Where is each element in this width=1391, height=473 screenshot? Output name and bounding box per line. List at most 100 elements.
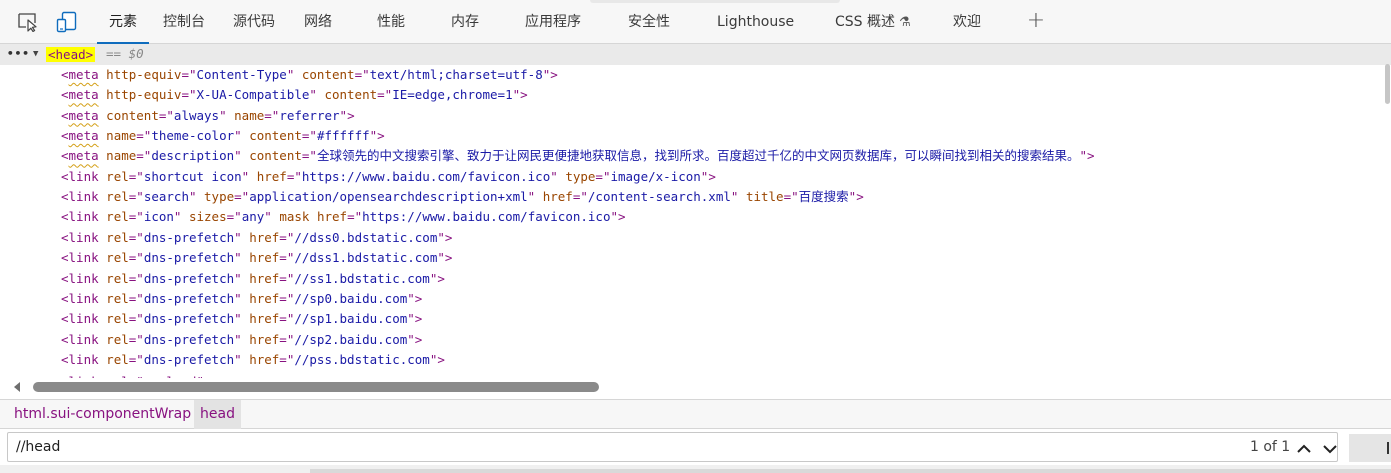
attribute-value[interactable]: application/opensearchdescription+xml [249, 189, 527, 204]
attribute-value[interactable]: //pss.bdstatic.com [294, 352, 429, 367]
tab-lighthouse[interactable]: Lighthouse [717, 0, 794, 44]
previous-match-button[interactable] [1293, 437, 1315, 459]
tab-application[interactable]: 应用程序 [525, 0, 581, 44]
attribute-value[interactable]: //dss0.bdstatic.com [294, 230, 437, 245]
attribute-value[interactable]: X-UA-Compatible [197, 87, 310, 102]
attribute-name[interactable]: href [249, 291, 279, 306]
attribute-value[interactable]: /content-search.xml [588, 189, 731, 204]
attribute-value[interactable]: dns-prefetch [144, 311, 234, 326]
attribute-value[interactable]: dns-prefetch [144, 291, 234, 306]
attribute-value[interactable]: Content-Type [197, 67, 287, 82]
dom-node-link[interactable]: <link rel="shortcut icon" href="https://… [61, 167, 716, 188]
attribute-name[interactable]: href [249, 332, 279, 347]
attribute-name[interactable]: rel [106, 271, 129, 286]
attribute-name[interactable]: href [257, 169, 287, 184]
attribute-name[interactable]: name [106, 128, 136, 143]
attribute-value[interactable]: //sp1.baidu.com [294, 311, 407, 326]
attribute-name[interactable]: rel [106, 189, 129, 204]
search-input-value[interactable]: //head [16, 433, 60, 461]
attribute-name[interactable]: http-equiv [106, 87, 181, 102]
attribute-value[interactable]: dns-prefetch [144, 332, 234, 347]
tab-sources[interactable]: 源代码 [233, 0, 275, 44]
attribute-value[interactable]: //sp2.baidu.com [294, 332, 407, 347]
attribute-name[interactable]: content [106, 108, 159, 123]
attribute-name[interactable]: content [302, 67, 355, 82]
attribute-value[interactable]: always [174, 108, 219, 123]
dom-node-link[interactable]: <link rel="search" type="application/ope… [61, 187, 864, 208]
dom-node-meta[interactable]: <meta content="always" name="referrer"> [61, 106, 355, 127]
attribute-value[interactable]: //dss1.bdstatic.com [294, 250, 437, 265]
tab-console[interactable]: 控制台 [163, 0, 205, 44]
head-tag[interactable]: <head> [46, 47, 96, 62]
attribute-value[interactable]: referrer [279, 108, 339, 123]
attribute-value[interactable]: https://www.baidu.com/favicon.ico [362, 209, 610, 224]
attribute-name[interactable]: content [249, 148, 302, 163]
attribute-value[interactable]: icon [144, 209, 174, 224]
attribute-value[interactable]: 全球领先的中文搜索引擎、致力于让网民更便捷地获取信息，找到所求。百度超过千亿的中… [317, 148, 1080, 163]
attribute-value[interactable]: search [144, 189, 189, 204]
search-input[interactable]: //head 1 of 1 [7, 432, 1338, 462]
attribute-value[interactable]: description [151, 148, 234, 163]
tab-performance[interactable]: 性能 [377, 0, 405, 44]
attribute-value[interactable]: shortcut icon [144, 169, 242, 184]
dom-node-link[interactable]: <link rel="dns-prefetch" href="//sp1.bai… [61, 309, 422, 330]
attribute-value[interactable]: //ss1.bdstatic.com [294, 271, 429, 286]
attribute-value[interactable]: dns-prefetch [144, 271, 234, 286]
attribute-value[interactable]: IE=edge,chrome=1 [392, 87, 512, 102]
inspect-element-button[interactable] [15, 9, 41, 35]
attribute-value[interactable]: text/html;charset=utf-8 [370, 67, 543, 82]
attribute-name[interactable]: name [234, 108, 264, 123]
attribute-name[interactable]: type [204, 189, 234, 204]
tab-network[interactable]: 网络 [304, 0, 332, 44]
attribute-value[interactable]: theme-color [151, 128, 234, 143]
tab-security[interactable]: 安全性 [628, 0, 670, 44]
next-match-button[interactable] [1319, 437, 1341, 459]
dom-node-link[interactable]: <link rel="dns-prefetch" href="//dss1.bd… [61, 248, 452, 269]
attribute-name[interactable]: rel [106, 291, 129, 306]
tab-elements[interactable]: 元素 [97, 0, 149, 44]
attribute-value[interactable]: dns-prefetch [144, 250, 234, 265]
attribute-name[interactable]: name [106, 148, 136, 163]
attribute-value[interactable]: dns-prefetch [144, 352, 234, 367]
attribute-name[interactable]: href [543, 189, 573, 204]
dom-node-link[interactable]: <link rel="dns-prefetch" href="//sp0.bai… [61, 289, 422, 310]
horizontal-scrollbar[interactable] [0, 378, 1391, 396]
dom-node-meta[interactable]: <meta http-equiv="Content-Type" content=… [61, 65, 558, 86]
attribute-name[interactable]: rel [106, 209, 129, 224]
dom-node-link[interactable]: <link rel="dns-prefetch" href="//pss.bds… [61, 350, 445, 371]
attribute-name[interactable]: rel [106, 352, 129, 367]
attribute-value[interactable]: any [242, 209, 265, 224]
scroll-left-arrow-icon[interactable] [14, 382, 20, 392]
dom-node-meta[interactable]: <meta name="description" content="全球领先的中… [61, 146, 1095, 167]
attribute-name[interactable]: sizes [189, 209, 227, 224]
tab-memory[interactable]: 内存 [451, 0, 479, 44]
attribute-name[interactable]: href [249, 250, 279, 265]
attribute-name[interactable]: content [249, 128, 302, 143]
tab-css-overview[interactable]: CSS 概述 ⚗ [835, 0, 911, 44]
dom-node-link[interactable]: <link rel="icon" sizes="any" mask href="… [61, 207, 626, 228]
attribute-name[interactable]: rel [106, 332, 129, 347]
attribute-name[interactable]: title [746, 189, 784, 204]
attribute-name[interactable]: type [565, 169, 595, 184]
attribute-value[interactable]: #ffffff [317, 128, 370, 143]
dom-node-meta[interactable]: <meta http-equiv="X-UA-Compatible" conte… [61, 85, 528, 106]
tab-welcome[interactable]: 欢迎 [953, 0, 981, 44]
dom-node-link[interactable]: <link rel="dns-prefetch" href="//dss0.bd… [61, 228, 452, 249]
attribute-name[interactable]: rel [106, 250, 129, 265]
attribute-value[interactable]: //sp0.baidu.com [294, 291, 407, 306]
attribute-name[interactable]: href [249, 352, 279, 367]
attribute-value[interactable]: https://www.baidu.com/favicon.ico [302, 169, 550, 184]
attribute-value[interactable]: image/x-icon [610, 169, 700, 184]
attribute-name[interactable]: mask [279, 209, 309, 224]
attribute-name[interactable]: rel [106, 169, 129, 184]
dom-node-link[interactable]: <link rel="dns-prefetch" href="//sp2.bai… [61, 330, 422, 351]
device-toolbar-button[interactable] [54, 9, 80, 35]
expand-triangle-icon[interactable]: ▼ [33, 44, 38, 65]
cancel-search-button[interactable] [1349, 434, 1391, 462]
attribute-name[interactable]: href [249, 230, 279, 245]
breadcrumb-item-head[interactable]: head [194, 400, 241, 429]
attribute-value[interactable]: dns-prefetch [144, 230, 234, 245]
vertical-scroll-thumb[interactable] [1385, 64, 1390, 104]
horizontal-scroll-thumb[interactable] [33, 382, 599, 392]
dom-node-link[interactable]: <link rel="dns-prefetch" href="//ss1.bds… [61, 269, 445, 290]
